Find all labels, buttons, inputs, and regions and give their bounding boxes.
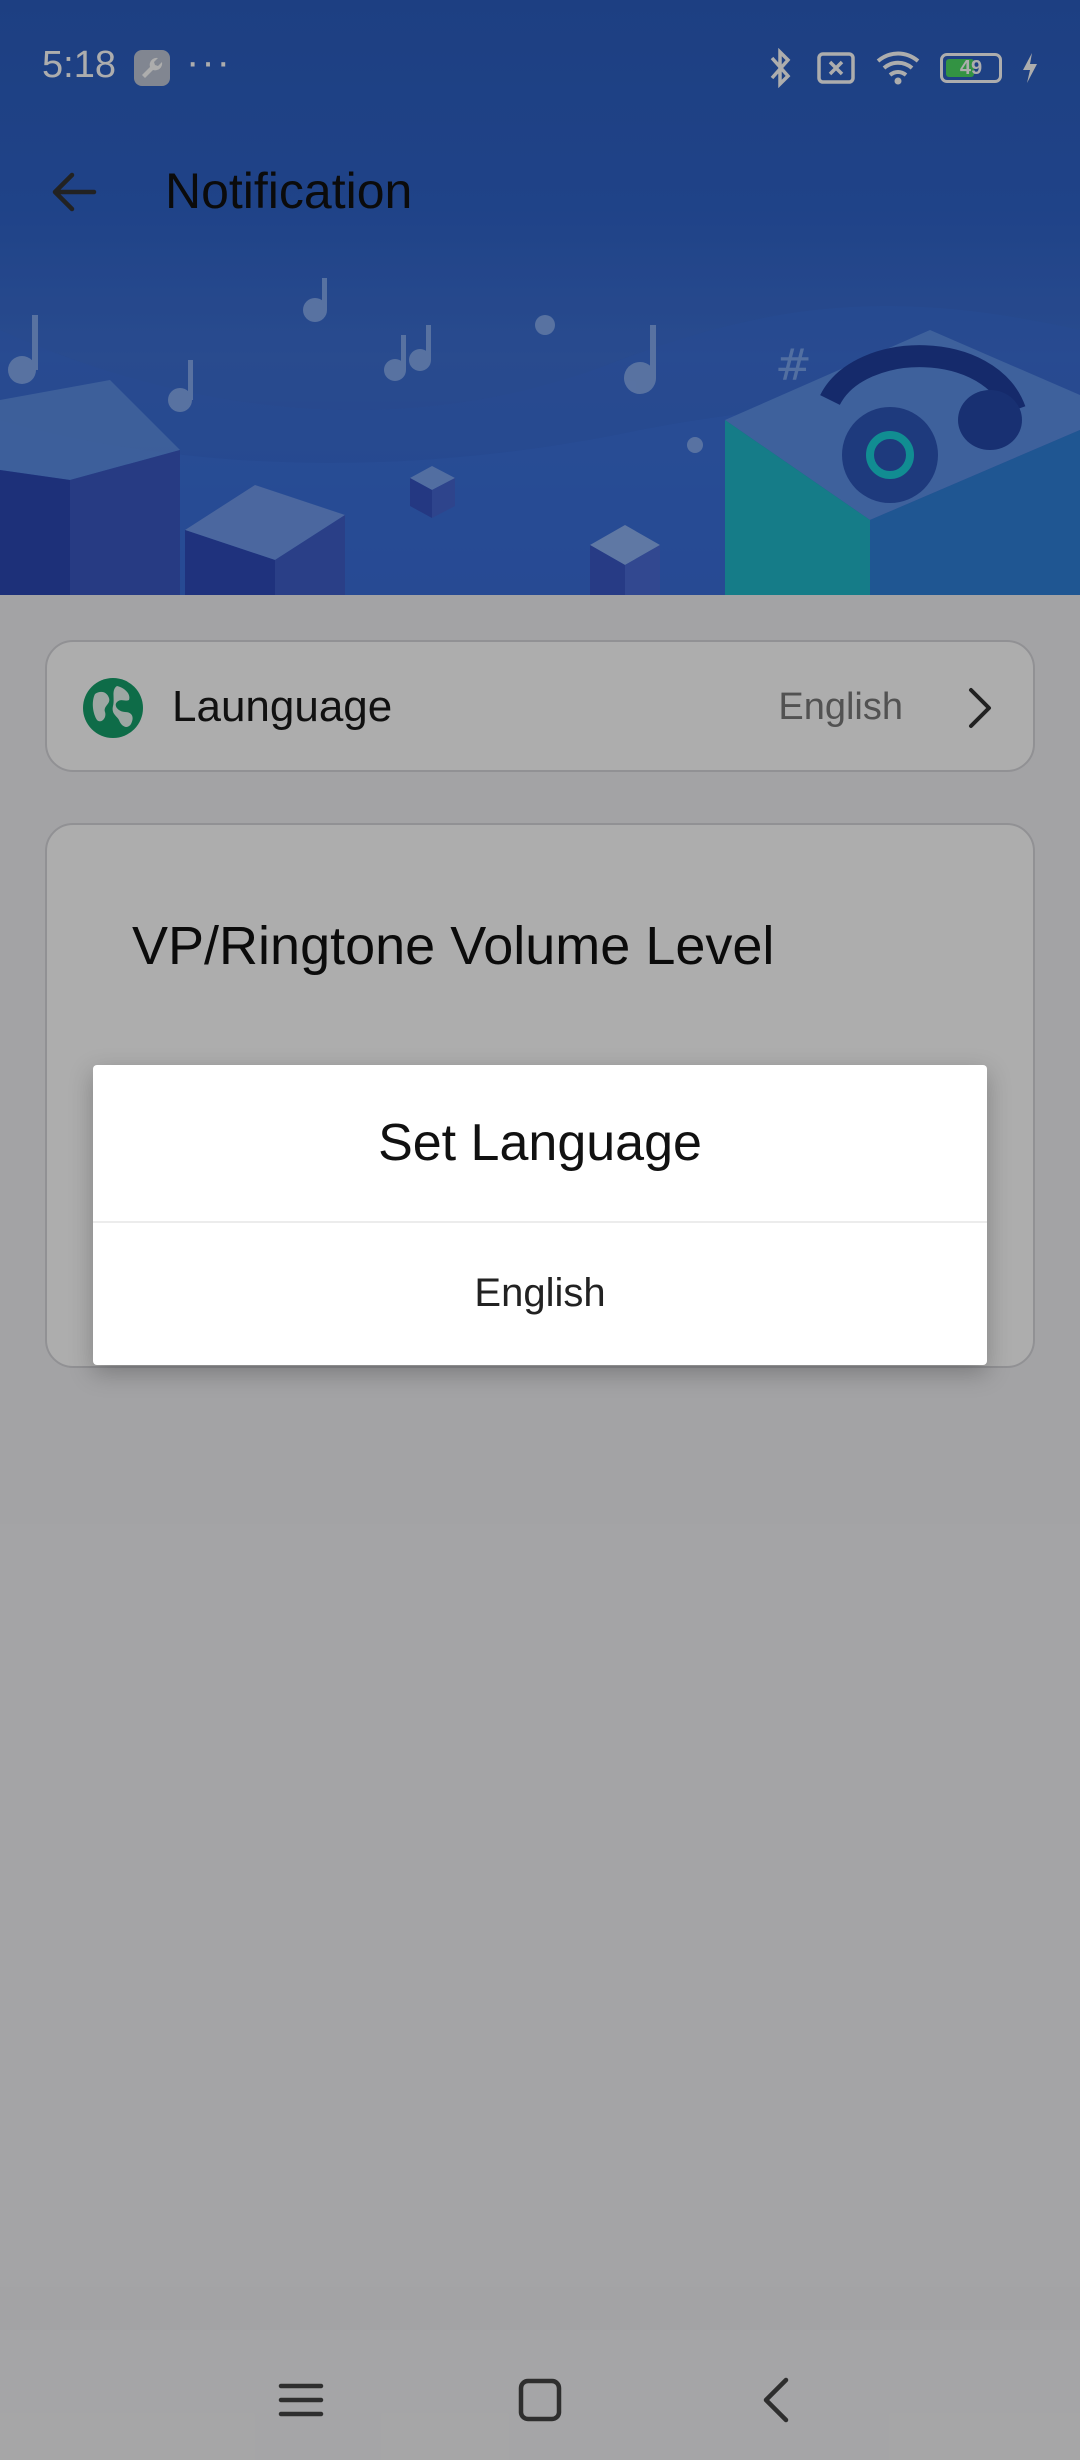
dialog-title: Set Language <box>378 1114 702 1172</box>
set-language-dialog: Set Language English <box>93 1065 987 1365</box>
language-option-english[interactable]: English <box>93 1223 987 1365</box>
